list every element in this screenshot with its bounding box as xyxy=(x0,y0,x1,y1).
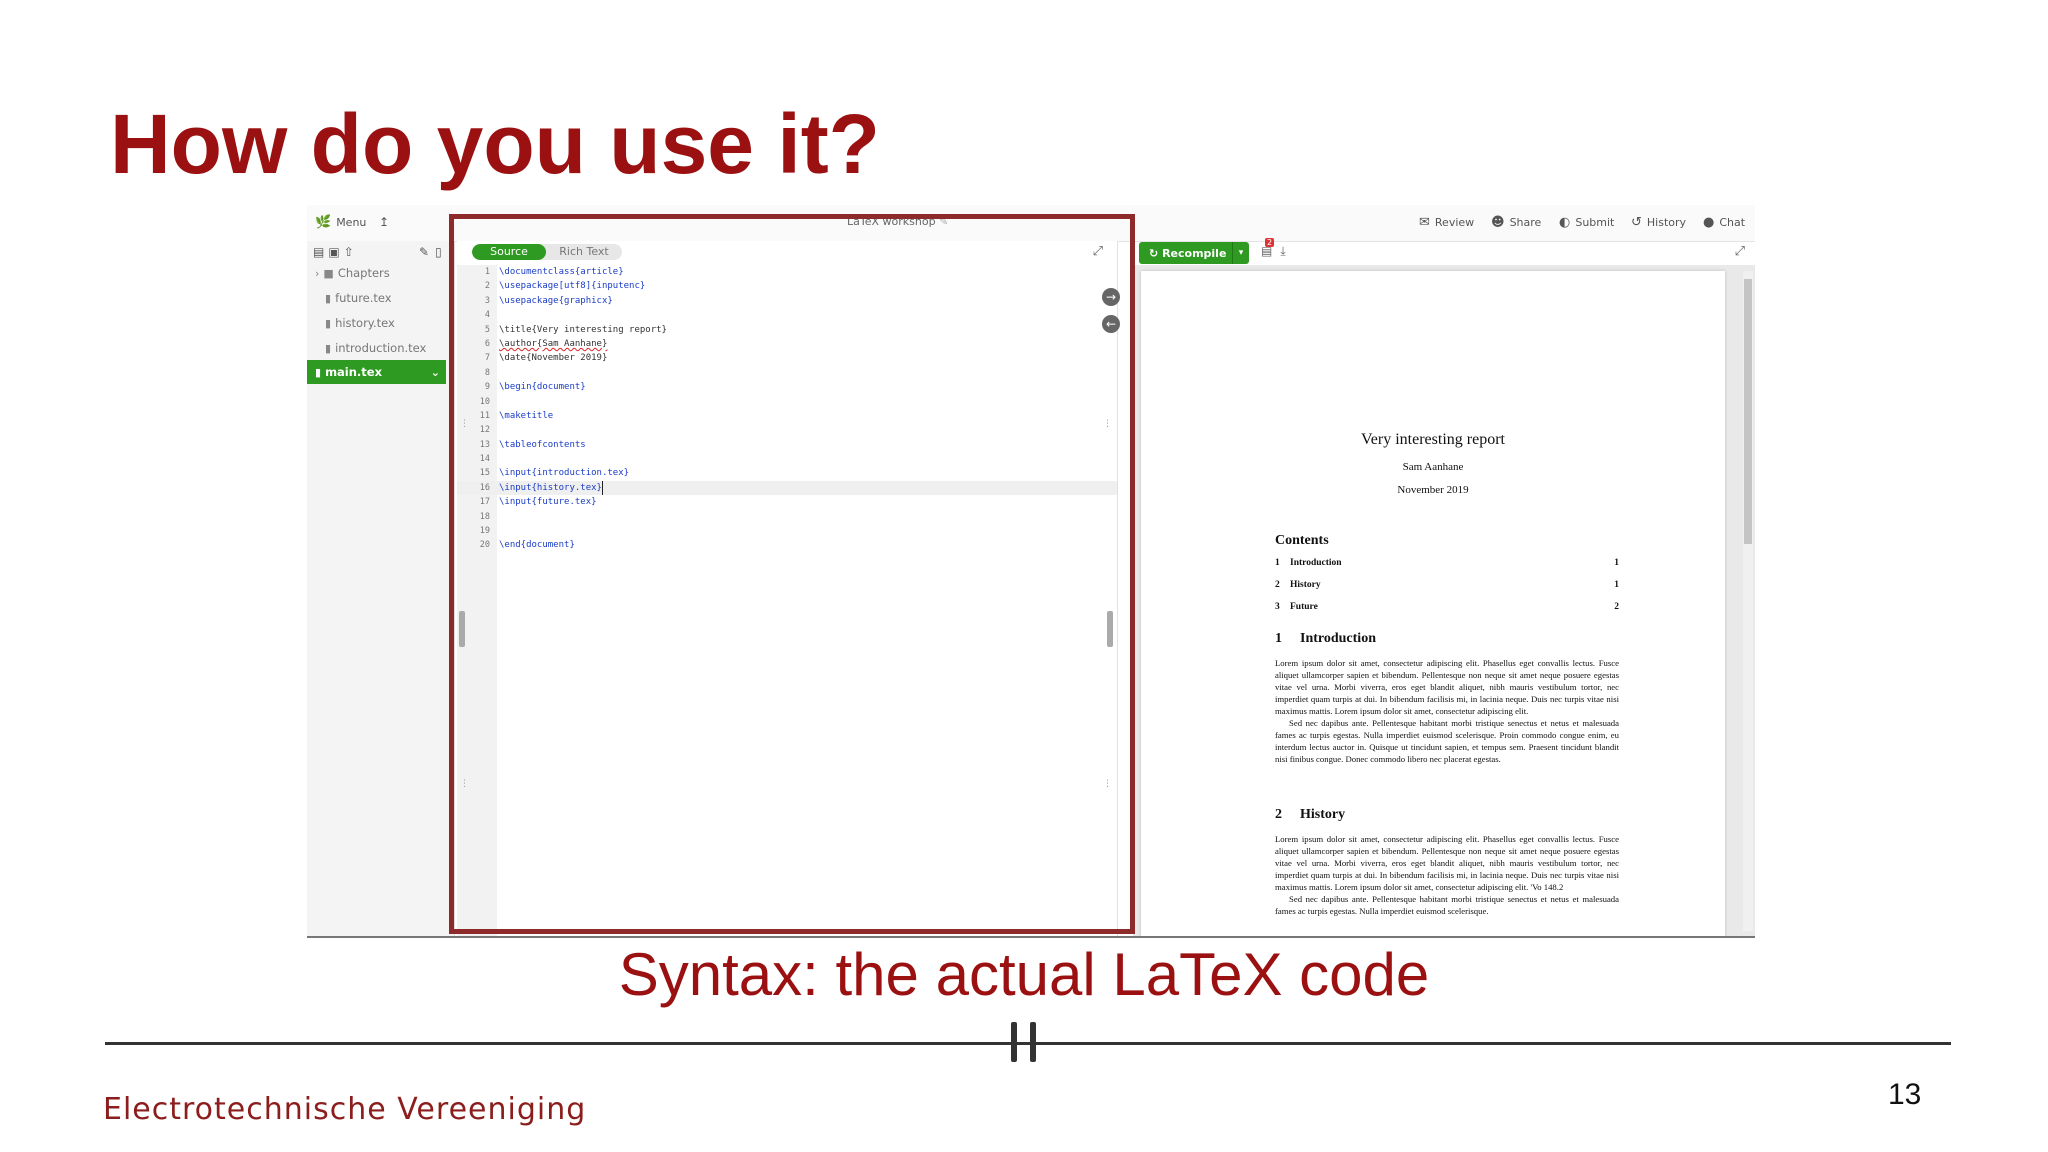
download-icon[interactable]: ⤓ xyxy=(1280,244,1293,258)
toc-entry[interactable]: 1 Introduction 1 xyxy=(1275,558,1619,568)
file-icon: ▮ xyxy=(325,291,332,305)
review-label: Review xyxy=(1434,216,1475,229)
review-button[interactable]: ✉ Review xyxy=(1419,215,1474,230)
chevron-down-icon[interactable]: ⌄ xyxy=(431,366,440,379)
up-arrow-icon[interactable]: ↥ xyxy=(379,215,389,229)
tree-file-history[interactable]: ▮ history.tex xyxy=(325,316,395,330)
file-tree: ▤▣⇧ ✎▯ › ■ Chapters ▮ future.tex ▮ histo… xyxy=(307,241,455,937)
file-label: future.tex xyxy=(335,291,392,305)
tree-file-introduction[interactable]: ▮ introduction.tex xyxy=(325,341,426,355)
submit-icon: ◐ xyxy=(1559,215,1571,230)
slide-subtitle: Syntax: the actual LaTeX code xyxy=(618,941,1430,1008)
slide-page-number: 13 xyxy=(1888,1078,1922,1111)
tree-file-main[interactable]: ▮ main.tex ⌄ xyxy=(307,360,446,384)
toc-entry[interactable]: 2 History 1 xyxy=(1275,580,1619,590)
paragraph: Lorem ipsum dolor sit amet, consectetur … xyxy=(1275,834,1619,892)
footer-divider-mark xyxy=(1030,1022,1036,1062)
pdf-toolbar: ↻ Recompile ▾ ▤ 2 ⤓ ⤢ xyxy=(1133,238,1755,265)
rename-icon[interactable]: ✎ xyxy=(419,245,435,259)
recompile-label: Recompile xyxy=(1162,246,1227,260)
refresh-icon: ↻ xyxy=(1149,246,1159,260)
paragraph: Sed nec dapibus ante. Pellentesque habit… xyxy=(1275,894,1619,916)
footer-divider xyxy=(105,1042,1951,1045)
tree-toolbar-right: ✎▯ xyxy=(419,245,448,259)
section-heading-history: 2 History xyxy=(1275,807,1346,822)
tree-folder-chapters[interactable]: › ■ Chapters xyxy=(315,266,390,280)
history-button[interactable]: ↺ History xyxy=(1631,215,1686,230)
review-icon: ✉ xyxy=(1419,215,1430,230)
contents-heading: Contents xyxy=(1275,533,1329,548)
chevron-right-icon: › xyxy=(315,266,320,280)
footer-organization: Electrotechnische Vereeniging xyxy=(103,1092,587,1127)
delete-icon[interactable]: ▯ xyxy=(435,245,448,259)
section-body-history: Lorem ipsum dolor sit amet, consectetur … xyxy=(1275,833,1619,917)
overleaf-logo-icon: 🌿 xyxy=(315,215,332,230)
chat-button[interactable]: ● Chat xyxy=(1703,215,1745,230)
screenshot-bottom-border xyxy=(307,936,1755,938)
caret-down-icon[interactable]: ▾ xyxy=(1232,242,1249,264)
upload-icon[interactable]: ⇧ xyxy=(344,245,358,259)
toc-entry[interactable]: 3 Future 2 xyxy=(1275,602,1619,612)
file-icon: ▮ xyxy=(315,365,322,379)
section-body-introduction: Lorem ipsum dolor sit amet, consectetur … xyxy=(1275,657,1619,765)
folder-icon: ■ xyxy=(323,266,334,280)
file-label: history.tex xyxy=(335,316,395,330)
expand-icon[interactable]: ⤢ xyxy=(1735,244,1745,259)
pdf-scrollbar[interactable] xyxy=(1743,271,1753,931)
doc-author: Sam Aanhane xyxy=(1402,461,1464,473)
pdf-tools: ▤ 2 ⤓ xyxy=(1261,238,1294,259)
new-folder-icon[interactable]: ▣ xyxy=(328,245,343,259)
slide-title: How do you use it? xyxy=(110,97,880,191)
chat-icon: ● xyxy=(1703,215,1715,230)
share-icon: ☻ xyxy=(1491,215,1505,230)
file-label: introduction.tex xyxy=(335,341,427,355)
file-label: main.tex xyxy=(325,365,383,379)
folder-label: Chapters xyxy=(337,266,390,280)
history-label: History xyxy=(1646,216,1687,229)
tree-toolbar: ▤▣⇧ xyxy=(313,245,358,259)
history-icon: ↺ xyxy=(1631,215,1642,230)
footer-divider-mark xyxy=(1011,1022,1017,1062)
highlight-frame xyxy=(449,214,1135,934)
menu-button[interactable]: 🌿 Menu xyxy=(315,215,366,230)
pdf-preview[interactable]: Very interesting report Sam Aanhane Nove… xyxy=(1133,265,1755,937)
tree-file-future[interactable]: ▮ future.tex xyxy=(325,291,392,305)
menu-label: Menu xyxy=(336,216,367,229)
new-file-icon[interactable]: ▤ xyxy=(313,245,328,259)
error-badge: 2 xyxy=(1265,238,1275,247)
paragraph: Lorem ipsum dolor sit amet, consectetur … xyxy=(1275,658,1619,716)
doc-title: Very interesting report xyxy=(1361,431,1505,448)
chat-label: Chat xyxy=(1719,216,1746,229)
file-icon: ▮ xyxy=(325,341,332,355)
submit-button[interactable]: ◐ Submit xyxy=(1559,215,1614,230)
share-button[interactable]: ☻ Share xyxy=(1491,215,1541,230)
share-label: Share xyxy=(1509,216,1542,229)
logs-icon[interactable]: ▤ 2 xyxy=(1261,238,1280,258)
doc-date: November 2019 xyxy=(1397,484,1469,496)
scrollbar-thumb[interactable] xyxy=(1744,279,1752,544)
file-icon: ▮ xyxy=(325,316,332,330)
paragraph: Sed nec dapibus ante. Pellentesque habit… xyxy=(1275,718,1619,764)
submit-label: Submit xyxy=(1575,216,1615,229)
recompile-button[interactable]: ↻ Recompile ▾ xyxy=(1139,242,1249,264)
section-heading-introduction: 1 Introduction xyxy=(1275,631,1376,646)
pdf-page: Very interesting report Sam Aanhane Nove… xyxy=(1141,271,1725,937)
